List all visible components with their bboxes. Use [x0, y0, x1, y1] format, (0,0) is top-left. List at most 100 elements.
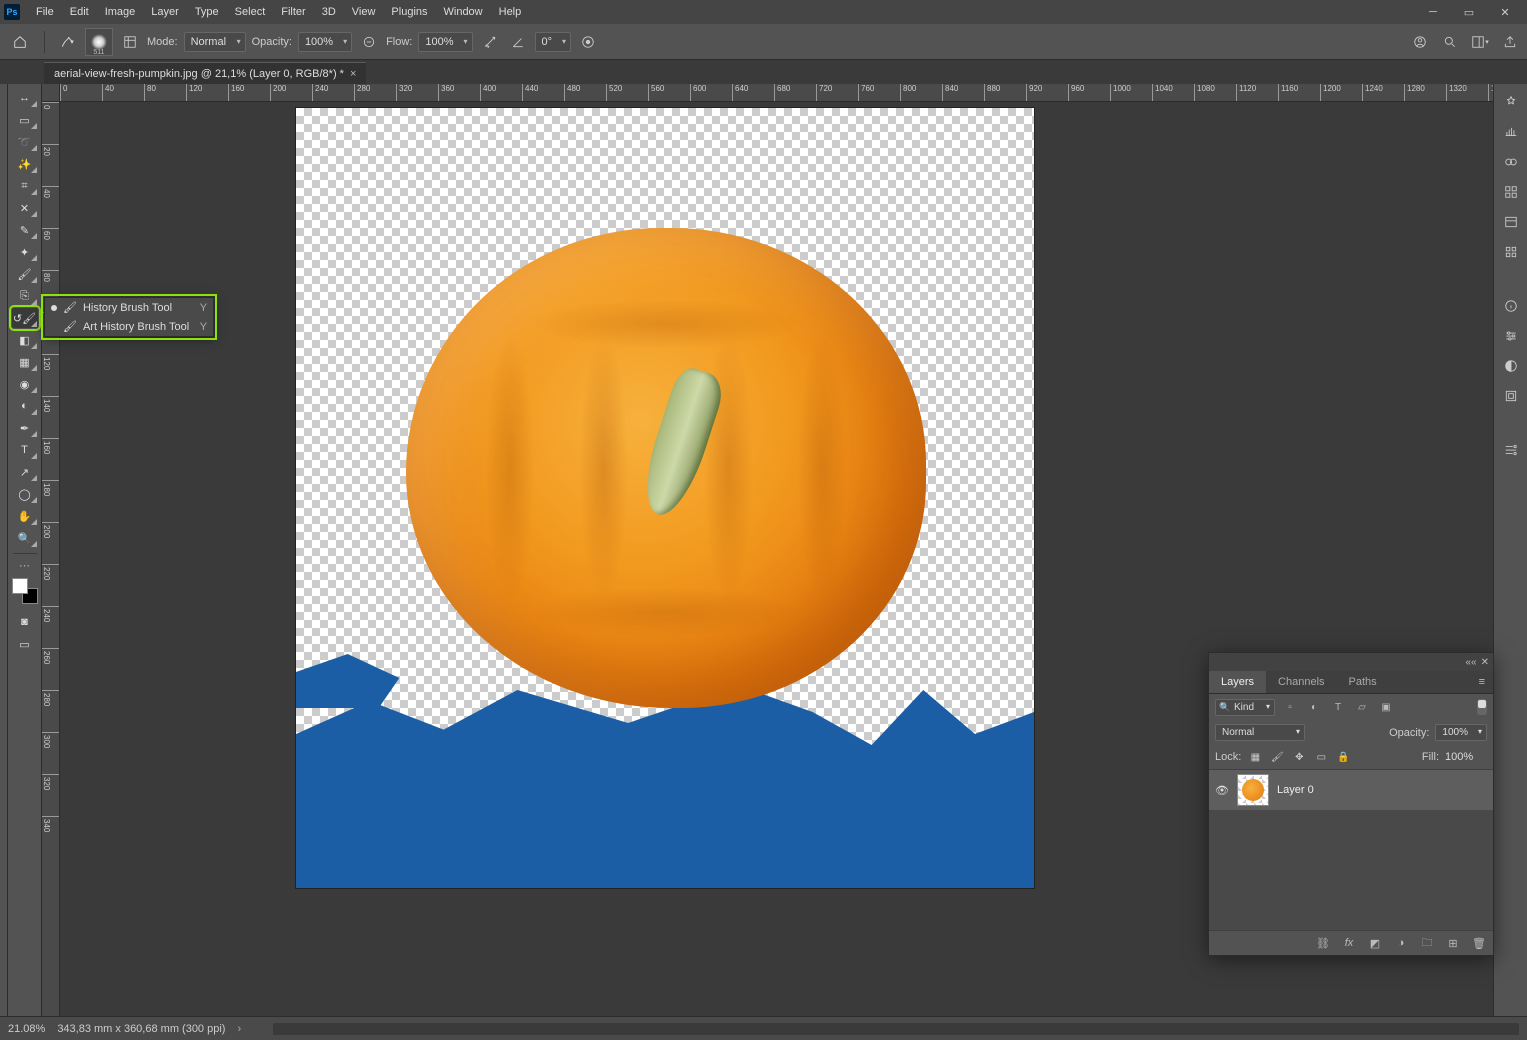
- brush-panel-toggle-icon[interactable]: [119, 31, 141, 53]
- layers-panel[interactable]: «« ✕ Layers Channels Paths ≡ Kind ▫ ◐ T …: [1208, 652, 1494, 956]
- menu-window[interactable]: Window: [436, 2, 491, 22]
- document-tab[interactable]: aerial-view-fresh-pumpkin.jpg @ 21,1% (L…: [44, 62, 366, 84]
- ruler-horizontal[interactable]: 0408012016020024028032036040044048052056…: [60, 84, 1493, 102]
- tool-clone[interactable]: ⎘: [12, 286, 38, 306]
- layer-group-icon[interactable]: 🗀: [1419, 935, 1435, 951]
- info-panel-icon[interactable]: [1501, 296, 1521, 316]
- menu-layer[interactable]: Layer: [143, 2, 187, 22]
- filter-type-icon[interactable]: T: [1329, 698, 1347, 716]
- tool-move[interactable]: ↔: [12, 88, 38, 108]
- gradients-panel-icon[interactable]: [1501, 152, 1521, 172]
- home-button[interactable]: [6, 28, 34, 56]
- tool-path-select[interactable]: ↗: [12, 462, 38, 482]
- menu-edit[interactable]: Edit: [62, 2, 97, 22]
- panel-header[interactable]: «« ✕: [1209, 653, 1493, 671]
- angle-input[interactable]: 0°: [535, 32, 572, 52]
- tool-lasso[interactable]: ➰: [12, 132, 38, 152]
- layer-visibility-icon[interactable]: 👁: [1215, 784, 1229, 797]
- adjustments2-panel-icon[interactable]: [1501, 326, 1521, 346]
- layer-fx-icon[interactable]: fx: [1341, 935, 1357, 951]
- panel-close-icon[interactable]: ✕: [1481, 657, 1489, 668]
- layer-thumbnail[interactable]: [1237, 774, 1269, 806]
- lock-all-icon[interactable]: 🔒: [1335, 749, 1351, 765]
- lock-transparency-icon[interactable]: ▦: [1247, 749, 1263, 765]
- tool-crop[interactable]: ⌗: [12, 176, 38, 196]
- filter-shape-icon[interactable]: ▱: [1353, 698, 1371, 716]
- zoom-level[interactable]: 21.08%: [8, 1023, 45, 1035]
- link-layers-icon[interactable]: ⛓: [1315, 935, 1331, 951]
- lock-pixels-icon[interactable]: 🖌: [1269, 749, 1285, 765]
- maximize-button[interactable]: ▭: [1451, 0, 1487, 24]
- tool-spot-heal[interactable]: ✦: [12, 242, 38, 262]
- layer-row[interactable]: 👁 Layer 0: [1209, 770, 1493, 810]
- ruler-origin[interactable]: [42, 84, 60, 102]
- lock-artboard-icon[interactable]: ▭: [1313, 749, 1329, 765]
- new-layer-icon[interactable]: ⊞: [1445, 935, 1461, 951]
- tool-marquee[interactable]: ▭: [12, 110, 38, 130]
- tool-dodge[interactable]: ◐: [12, 396, 38, 416]
- layer-mask-icon[interactable]: ◩: [1367, 935, 1383, 951]
- tool-zoom[interactable]: 🔍: [12, 528, 38, 548]
- lock-position-icon[interactable]: ✥: [1291, 749, 1307, 765]
- color-panel-icon[interactable]: [1501, 92, 1521, 112]
- tool-shape[interactable]: ◯: [12, 484, 38, 504]
- tool-more-icon[interactable]: ⋯: [19, 559, 30, 572]
- filter-toggle-switch[interactable]: [1477, 699, 1487, 715]
- brush-preset-picker[interactable]: 511: [85, 28, 113, 56]
- horizontal-scrollbar[interactable]: [273, 1023, 1519, 1035]
- tab-channels[interactable]: Channels: [1266, 671, 1336, 693]
- doc-info[interactable]: 343,83 mm x 360,68 mm (300 ppi): [57, 1023, 225, 1035]
- swatches-panel-icon[interactable]: [1501, 122, 1521, 142]
- search-icon[interactable]: [1439, 31, 1461, 53]
- delete-layer-icon[interactable]: 🗑: [1471, 935, 1487, 951]
- adjustments-panel-icon[interactable]: [1501, 242, 1521, 262]
- filter-pixel-icon[interactable]: ▫: [1281, 698, 1299, 716]
- menu-help[interactable]: Help: [491, 2, 530, 22]
- filter-adjustment-icon[interactable]: ◐: [1305, 698, 1323, 716]
- tool-pen[interactable]: ✒: [12, 418, 38, 438]
- cloud-docs-icon[interactable]: [1409, 31, 1431, 53]
- menu-image[interactable]: Image: [97, 2, 144, 22]
- doc-info-arrow-icon[interactable]: ›: [237, 1023, 241, 1035]
- minimize-button[interactable]: ─: [1415, 0, 1451, 24]
- blend-mode-dropdown[interactable]: Normal: [184, 32, 246, 52]
- tool-brush[interactable]: 🖌: [12, 264, 38, 284]
- filter-kind-dropdown[interactable]: Kind: [1215, 699, 1275, 716]
- layer-blend-dropdown[interactable]: Normal: [1215, 724, 1305, 741]
- menu-type[interactable]: Type: [187, 2, 227, 22]
- foreground-color-swatch[interactable]: [12, 578, 28, 594]
- document-canvas[interactable]: [296, 108, 1034, 888]
- properties-panel-icon[interactable]: [1501, 212, 1521, 232]
- tool-eraser[interactable]: ◧: [12, 330, 38, 350]
- filter-smart-icon[interactable]: ▣: [1377, 698, 1395, 716]
- menu-3d[interactable]: 3D: [314, 2, 344, 22]
- libraries-panel-icon[interactable]: [1501, 386, 1521, 406]
- screen-mode-icon[interactable]: ▭: [12, 634, 38, 654]
- menu-select[interactable]: Select: [227, 2, 274, 22]
- tab-paths[interactable]: Paths: [1337, 671, 1389, 693]
- quick-mask-icon[interactable]: ◙: [12, 612, 38, 632]
- share-icon[interactable]: [1499, 31, 1521, 53]
- airbrush-icon[interactable]: [479, 31, 501, 53]
- tool-gradient[interactable]: ▦: [12, 352, 38, 372]
- tool-blur[interactable]: ◉: [12, 374, 38, 394]
- pressure-opacity-icon[interactable]: [358, 31, 380, 53]
- fill-dropdown[interactable]: 100%: [1445, 751, 1487, 763]
- menu-file[interactable]: File: [28, 2, 62, 22]
- current-tool-icon[interactable]: ▾: [55, 30, 79, 54]
- tool-hand[interactable]: ✋: [12, 506, 38, 526]
- flyout-item-history-brush[interactable]: 🖌 History Brush Tool Y: [45, 298, 213, 317]
- tool-history-brush[interactable]: ↺🖌: [12, 308, 38, 328]
- flow-dropdown[interactable]: 100%: [418, 32, 472, 52]
- ruler-vertical[interactable]: 0204060801001201401601802002202402602803…: [42, 102, 60, 1016]
- panel-menu-icon[interactable]: ≡: [1471, 671, 1493, 693]
- menu-filter[interactable]: Filter: [273, 2, 313, 22]
- patterns-panel-icon[interactable]: [1501, 182, 1521, 202]
- tool-magic-wand[interactable]: ✨: [12, 154, 38, 174]
- pressure-size-icon[interactable]: [577, 31, 599, 53]
- workspace-switcher-icon[interactable]: ▾: [1469, 31, 1491, 53]
- tool-frame[interactable]: ✕: [12, 198, 38, 218]
- flyout-item-art-history-brush[interactable]: 🖌 Art History Brush Tool Y: [45, 317, 213, 336]
- layer-name[interactable]: Layer 0: [1277, 784, 1314, 796]
- layer-opacity-dropdown[interactable]: 100%: [1435, 724, 1487, 741]
